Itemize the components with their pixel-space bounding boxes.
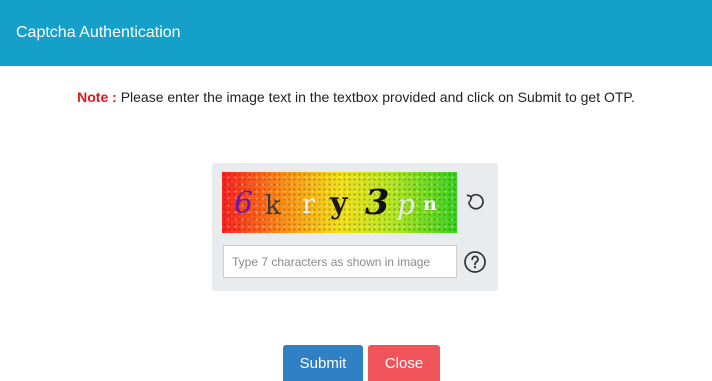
submit-button[interactable]: Submit [283, 345, 363, 381]
captcha-input[interactable] [223, 245, 457, 278]
refresh-captcha-button[interactable] [464, 190, 488, 214]
captcha-image: 6 k r y 3 p n [222, 172, 457, 233]
note-message: Please enter the image text in the textb… [116, 89, 635, 105]
captcha-panel: 6 k r y 3 p n [212, 163, 498, 291]
captcha-char: 6 [234, 186, 254, 221]
dialog-title: Captcha Authentication [16, 24, 181, 41]
captcha-char: y [330, 186, 348, 221]
note-text: Note : Please enter the image text in th… [0, 89, 712, 105]
dialog-header: Captcha Authentication [0, 0, 712, 66]
captcha-char: n [423, 193, 437, 215]
captcha-char: p [397, 188, 415, 221]
captcha-char: k [265, 191, 281, 221]
captcha-char: r [302, 189, 315, 220]
captcha-help-button[interactable] [463, 250, 487, 274]
refresh-icon [466, 193, 484, 210]
captcha-characters: 6 k r y 3 p n [222, 172, 457, 233]
captcha-char: 3 [365, 182, 390, 223]
note-label: Note : [77, 89, 117, 105]
captcha-dialog: Captcha Authentication Note : Please ent… [0, 0, 712, 381]
help-icon [464, 251, 486, 273]
close-button[interactable]: Close [368, 345, 440, 381]
